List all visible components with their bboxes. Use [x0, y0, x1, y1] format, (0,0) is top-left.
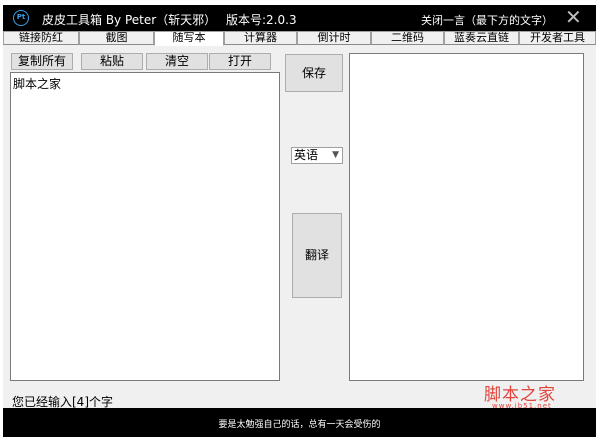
version-label: 版本号:2.0.3	[226, 13, 297, 27]
editor-textarea[interactable]: 脚本之家	[10, 72, 280, 381]
clear-button[interactable]: 清空	[146, 53, 208, 70]
translation-output[interactable]	[349, 53, 584, 381]
tab-calculator[interactable]: 计算器	[224, 31, 297, 45]
app-title: 皮皮工具箱 By Peter（斩天邪）	[42, 13, 217, 27]
close-icon[interactable]: ✕	[565, 6, 582, 28]
quote-footer: 要是太勉强自己的话，总有一天会受伤的	[3, 408, 596, 437]
tab-bar: 链接防红 截图 随写本 计算器 倒计时 二维码 蓝奏云直链 开发者工具	[3, 31, 596, 46]
tab-developer-tools[interactable]: 开发者工具	[519, 31, 596, 45]
tab-screenshot[interactable]: 截图	[79, 31, 154, 45]
language-select[interactable]: 英语 ▼	[291, 147, 343, 164]
tab-notepad[interactable]: 随写本	[154, 31, 224, 46]
tab-link-antired[interactable]: 链接防红	[3, 31, 79, 45]
translate-button[interactable]: 翻译	[292, 213, 342, 298]
language-select-value: 英语	[294, 148, 319, 162]
tab-qrcode[interactable]: 二维码	[371, 31, 444, 45]
tab-lanzou-link[interactable]: 蓝奏云直链	[444, 31, 519, 45]
main-content: 链接防红 截图 随写本 计算器 倒计时 二维码 蓝奏云直链 开发者工具 复制所有…	[3, 31, 596, 408]
app-logo-icon: Pt	[13, 10, 29, 26]
save-button[interactable]: 保存	[285, 54, 343, 92]
title-bar: Pt 皮皮工具箱 By Peter（斩天邪） 版本号:2.0.3 关闭一言（最下…	[3, 5, 596, 31]
chevron-down-icon: ▼	[332, 150, 339, 160]
quote-text: 要是太勉强自己的话，总有一天会受伤的	[218, 420, 381, 430]
paste-button[interactable]: 粘贴	[81, 53, 143, 70]
copy-all-button[interactable]: 复制所有	[11, 53, 73, 70]
close-quote-link[interactable]: 关闭一言（最下方的文字）	[421, 12, 553, 28]
tab-countdown[interactable]: 倒计时	[297, 31, 371, 45]
open-button[interactable]: 打开	[209, 53, 271, 70]
